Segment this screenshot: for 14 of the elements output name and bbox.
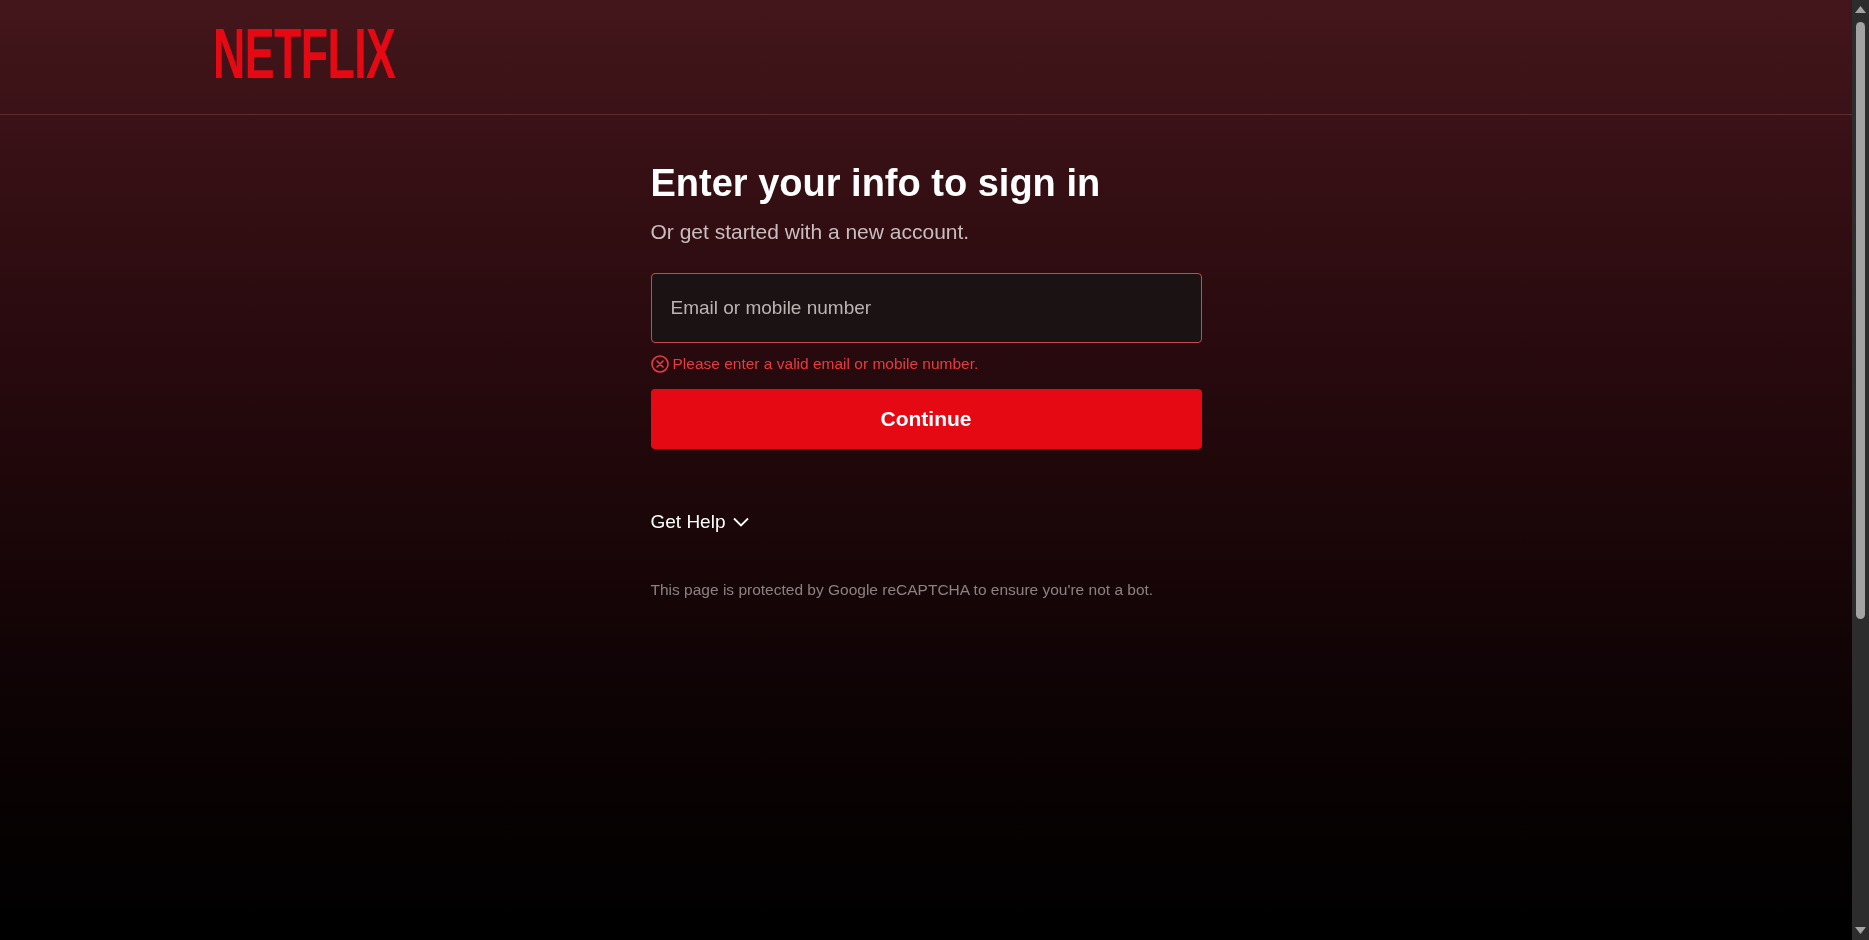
page-subtitle: Or get started with a new account. (650, 219, 970, 245)
continue-button[interactable]: Continue (650, 389, 1202, 449)
netflix-logo[interactable]: NETFLIX (213, 23, 396, 85)
email-input-field[interactable]: Email or mobile number (650, 273, 1202, 343)
error-icon (650, 355, 669, 373)
error-message: Please enter a valid email or mobile number. (672, 354, 979, 374)
get-help-button[interactable]: Get Help (650, 508, 750, 536)
page-title: Enter your info to sign in (650, 161, 1101, 206)
recaptcha-notice: This page is protected by Google reCAPTCHA to ensure you're not a bot. (650, 580, 1154, 600)
scroll-up-icon[interactable] (1855, 6, 1866, 13)
chevron-down-icon (733, 517, 750, 527)
scrollbar-track[interactable] (1852, 0, 1869, 940)
scroll-down-icon[interactable] (1855, 927, 1866, 934)
scrollbar-thumb[interactable] (1856, 22, 1865, 619)
